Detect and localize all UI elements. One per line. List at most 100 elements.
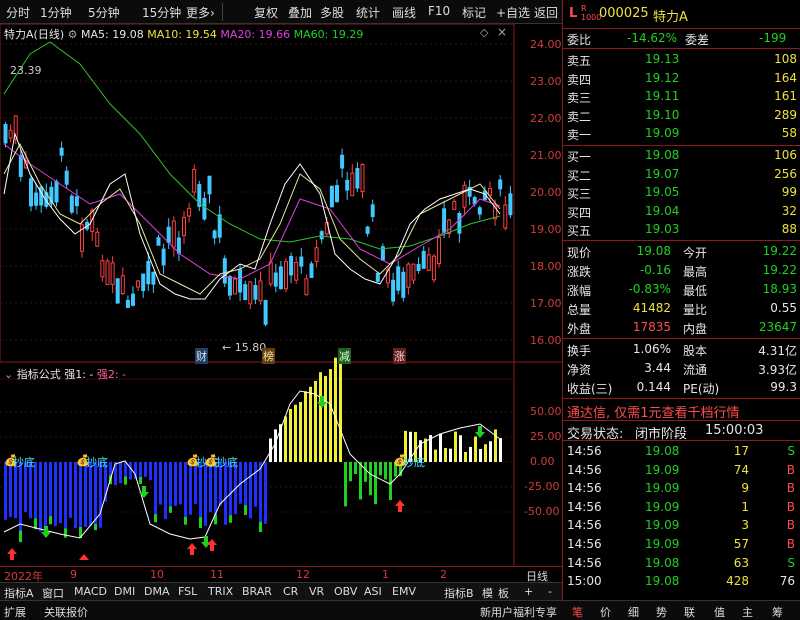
candle-body bbox=[207, 175, 212, 195]
indicator-bar bbox=[199, 462, 202, 518]
nav-main[interactable]: 主 bbox=[742, 604, 753, 620]
tb-back[interactable]: 返回 bbox=[534, 4, 558, 21]
nav-chips[interactable]: 筹 bbox=[772, 604, 783, 620]
candle-body bbox=[120, 275, 125, 295]
tab-indicator-b[interactable]: 指标B bbox=[444, 585, 474, 601]
tb-adjust[interactable]: 复权 bbox=[254, 4, 278, 21]
tb-mark[interactable]: 标记 bbox=[462, 4, 486, 21]
tab-trix[interactable]: TRIX bbox=[208, 585, 233, 598]
indicator-legend: ⌄ 指标公式 强1: - 强2: - bbox=[4, 366, 126, 382]
candle-body bbox=[161, 248, 166, 266]
tab-vr[interactable]: VR bbox=[309, 585, 324, 598]
tab-dma[interactable]: DMA bbox=[144, 585, 170, 598]
tab-macd[interactable]: MACD bbox=[74, 585, 107, 598]
tab-board[interactable]: 板 bbox=[498, 585, 509, 601]
bid-row[interactable]: 买三 19.05 99 bbox=[563, 184, 800, 202]
tick-row[interactable]: 14:56 19.09 9 B bbox=[563, 480, 800, 498]
ask-row[interactable]: 卖三 19.11 161 bbox=[563, 88, 800, 106]
tab-indicator-a[interactable]: 指标A bbox=[4, 585, 34, 601]
stat-row[interactable]: 外盘 17835 内盘 23647 bbox=[563, 319, 800, 337]
tab-emv[interactable]: EMV bbox=[392, 585, 416, 598]
stat-label: 最低 bbox=[683, 284, 708, 298]
divider bbox=[563, 28, 800, 29]
tab-brar[interactable]: BRAR bbox=[242, 585, 272, 598]
promo-text[interactable]: 通达信, 仅需1元查看千档行情 bbox=[567, 402, 740, 421]
chevron-down-icon[interactable]: ⌄ bbox=[4, 368, 13, 381]
event-tag-list[interactable]: 榜 bbox=[262, 348, 275, 364]
tick-row[interactable]: 14:56 19.09 3 B bbox=[563, 517, 800, 535]
diamond-icon[interactable]: ◇ bbox=[480, 26, 488, 39]
ask-row[interactable]: 卖五 19.13 108 bbox=[563, 51, 800, 69]
footer-promo[interactable]: 新用户福利专享 bbox=[480, 604, 557, 620]
tab-obv[interactable]: OBV bbox=[334, 585, 357, 598]
tb-more[interactable]: 更多› bbox=[186, 4, 215, 21]
ask-row[interactable]: 卖一 19.09 58 bbox=[563, 125, 800, 143]
tick-row[interactable]: 14:56 19.09 74 B bbox=[563, 462, 800, 480]
indicator-title[interactable]: 指标公式 bbox=[17, 368, 61, 381]
tb-15min[interactable]: 15分钟 bbox=[142, 4, 181, 21]
indicator-bar bbox=[224, 462, 227, 525]
tb-f10[interactable]: F10 bbox=[428, 4, 450, 18]
candle-body bbox=[273, 272, 278, 287]
tick-row[interactable]: 14:56 19.09 57 B bbox=[563, 536, 800, 554]
settings-icon[interactable]: ⚙ bbox=[68, 28, 78, 41]
event-tag-reduce[interactable]: 减 bbox=[338, 348, 351, 364]
tb-1min[interactable]: 1分钟 bbox=[40, 4, 72, 21]
tab-cr[interactable]: CR bbox=[283, 585, 298, 598]
event-tag-limit[interactable]: 涨 bbox=[393, 348, 406, 364]
tb-draw[interactable]: 画线 bbox=[392, 4, 416, 21]
bid-row[interactable]: 买四 19.04 32 bbox=[563, 203, 800, 221]
tab-dmi[interactable]: DMI bbox=[114, 585, 135, 598]
stat2-row[interactable]: 换手 1.06% 股本 4.31亿 bbox=[563, 341, 800, 359]
ask-row[interactable]: 卖二 19.10 289 bbox=[563, 107, 800, 125]
nav-trend[interactable]: 势 bbox=[656, 604, 667, 620]
footer-expand[interactable]: 扩展 bbox=[4, 604, 26, 620]
tick-row[interactable]: 14:56 19.09 1 B bbox=[563, 499, 800, 517]
tb-multistock[interactable]: 多股 bbox=[320, 4, 344, 21]
nav-related[interactable]: 联 bbox=[684, 604, 695, 620]
event-tag-finance[interactable]: 财 bbox=[195, 348, 208, 364]
bid-row[interactable]: 买五 19.03 88 bbox=[563, 221, 800, 239]
tab-template[interactable]: 模 bbox=[482, 585, 493, 601]
indicator-bar bbox=[94, 462, 97, 524]
ind-tick: -25.00 bbox=[524, 480, 560, 493]
stat-label: 今开 bbox=[683, 246, 708, 260]
stat-row[interactable]: 总量 41482 量比 0.55 bbox=[563, 300, 800, 318]
tab-window[interactable]: 窗口 bbox=[42, 585, 64, 601]
tick-row[interactable]: 15:00 19.08 428 76 bbox=[563, 573, 800, 591]
bid-row[interactable]: 买一 19.08 106 bbox=[563, 147, 800, 165]
nav-detail[interactable]: 细 bbox=[628, 604, 639, 620]
stat-label: 量比 bbox=[683, 303, 708, 317]
tab-remove[interactable]: - bbox=[548, 585, 552, 598]
order-diff-label: 委差 bbox=[685, 33, 710, 47]
ask-row[interactable]: 卖四 19.12 164 bbox=[563, 70, 800, 88]
tab-add[interactable]: + bbox=[524, 585, 533, 598]
tb-5min[interactable]: 5分钟 bbox=[88, 4, 120, 21]
stat-row[interactable]: 现价 19.08 今开 19.22 bbox=[563, 243, 800, 261]
tick-row[interactable]: 14:56 19.08 17 S bbox=[563, 443, 800, 461]
stat-value: 99.3 bbox=[770, 380, 797, 394]
kline-chart[interactable]: 23.39 ← 15.80 bbox=[0, 24, 562, 566]
bid-row[interactable]: 买二 19.07 256 bbox=[563, 166, 800, 184]
promo-row[interactable]: 通达信, 仅需1元查看千档行情 bbox=[563, 401, 800, 421]
nav-ticks[interactable]: 笔 bbox=[572, 604, 583, 620]
close-icon[interactable]: × bbox=[497, 25, 507, 39]
tab-fsl[interactable]: FSL bbox=[178, 585, 197, 598]
tab-asi[interactable]: ASI bbox=[364, 585, 382, 598]
nav-value[interactable]: 值 bbox=[714, 604, 725, 620]
tick-row[interactable]: 14:56 19.08 63 S bbox=[563, 555, 800, 573]
stat-row[interactable]: 涨跌 -0.16 最高 19.22 bbox=[563, 262, 800, 280]
tb-overlay[interactable]: 叠加 bbox=[288, 4, 312, 21]
ask-price: 19.12 bbox=[645, 70, 680, 85]
stat2-row[interactable]: 净资 3.44 流通 3.93亿 bbox=[563, 360, 800, 378]
nav-price[interactable]: 价 bbox=[600, 604, 611, 620]
indicator-bar bbox=[99, 462, 102, 528]
stat2-row[interactable]: 收益(三) 0.144 PE(动) 99.3 bbox=[563, 379, 800, 397]
tb-add-watch[interactable]: +自选 bbox=[496, 4, 530, 21]
tb-stats[interactable]: 统计 bbox=[356, 4, 380, 21]
tb-intraday[interactable]: 分时 bbox=[6, 4, 30, 21]
stat-row[interactable]: 涨幅 -0.83% 最低 18.93 bbox=[563, 281, 800, 299]
order-ratio-row: 委比 -14.62% 委差 -199 bbox=[563, 30, 800, 48]
indicator-bar bbox=[384, 462, 387, 480]
footer-related-quotes[interactable]: 关联报价 bbox=[44, 604, 88, 620]
